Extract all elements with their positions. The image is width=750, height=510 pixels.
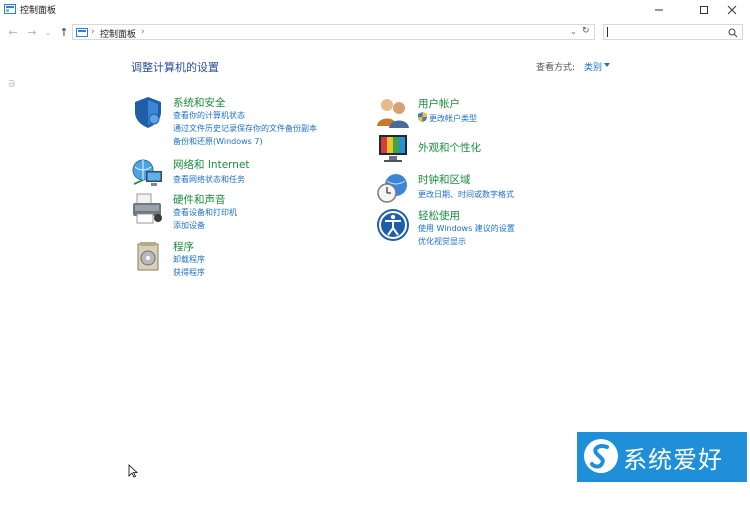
view-by-label: 查看方式: — [536, 63, 576, 73]
category-link[interactable]: 更改日期、时间或数字格式 — [418, 189, 514, 200]
address-dropdown-icon[interactable]: ⌄ — [570, 27, 577, 36]
uac-shield-icon — [418, 112, 427, 122]
shield-icon[interactable] — [131, 95, 165, 129]
breadcrumb-separator-icon: › — [141, 27, 145, 37]
users-icon[interactable] — [376, 96, 410, 130]
category-link[interactable]: 添加设备 — [173, 220, 205, 231]
search-icon — [728, 28, 738, 38]
arrow-right-icon: → — [27, 25, 37, 39]
category-hardware-sound: 硬件和声音 查看设备和打印机 添加设备 — [131, 192, 371, 232]
printer-icon[interactable] — [131, 192, 165, 226]
control-panel-icon — [4, 4, 16, 14]
back-button[interactable]: ← — [5, 24, 21, 40]
breadcrumb-item[interactable]: 控制面板 — [100, 27, 136, 40]
category-link[interactable]: 使用 Windows 建议的设置 — [418, 223, 515, 234]
category-title[interactable]: 外观和个性化 — [418, 140, 481, 155]
control-panel-icon — [76, 28, 88, 37]
category-link[interactable]: 备份和还原(Windows 7) — [173, 136, 263, 147]
breadcrumb-separator-icon: › — [91, 27, 95, 37]
category-link[interactable]: 查看你的计算机状态 — [173, 110, 245, 121]
category-link[interactable]: 通过文件历史记录保存你的文件备份副本 — [173, 123, 317, 134]
category-title[interactable]: 硬件和声音 — [173, 192, 226, 207]
watermark-logo-icon — [584, 439, 618, 473]
search-input[interactable] — [603, 24, 743, 40]
address-bar[interactable]: › 控制面板 › ⌄ ↻ — [72, 24, 595, 40]
category-title[interactable]: 网络和 Internet — [173, 157, 250, 172]
category-link[interactable]: 查看设备和打印机 — [173, 207, 237, 218]
arrow-up-icon: ↑ — [59, 25, 69, 39]
refresh-icon[interactable]: ↻ — [582, 26, 590, 36]
title-bar: 控制面板 — [0, 0, 750, 20]
dropdown-arrow-icon[interactable] — [604, 63, 610, 67]
category-link[interactable]: 卸载程序 — [173, 254, 205, 265]
text-cursor — [607, 27, 608, 37]
mouse-cursor-icon — [128, 464, 138, 478]
category-title[interactable]: 系统和安全 — [173, 95, 226, 110]
category-title[interactable]: 用户帐户 — [418, 96, 460, 111]
forward-button[interactable]: → — [24, 24, 40, 40]
clock-globe-icon[interactable] — [376, 171, 410, 205]
category-link[interactable]: 获得程序 — [173, 267, 205, 278]
programs-box-icon[interactable] — [131, 239, 165, 273]
up-button[interactable]: ↑ — [56, 24, 72, 40]
category-clock-region: 时钟和区域 更改日期、时间或数字格式 — [376, 171, 616, 203]
ease-of-access-icon[interactable] — [376, 208, 410, 242]
network-globe-icon[interactable] — [131, 157, 165, 191]
category-link[interactable]: 优化视觉显示 — [418, 236, 466, 247]
category-title[interactable]: 时钟和区域 — [418, 172, 471, 187]
monitor-icon[interactable] — [376, 132, 410, 166]
page-title: 调整计算机的设置 — [131, 61, 219, 74]
view-by-dropdown[interactable]: 类别 — [584, 60, 602, 73]
category-title[interactable]: 程序 — [173, 239, 194, 254]
close-button[interactable] — [714, 0, 750, 20]
category-programs: 程序 卸载程序 获得程序 — [131, 239, 371, 279]
category-title[interactable]: 轻松使用 — [418, 208, 460, 223]
sidebar-hint-icon: ə — [8, 76, 16, 90]
watermark-banner: 系统爱好者 — [577, 432, 747, 509]
category-user-accounts: 用户帐户 更改帐户类型 — [376, 96, 616, 128]
close-icon — [727, 5, 737, 15]
watermark-text: 系统爱好者 — [623, 446, 723, 509]
category-ease-of-access: 轻松使用 使用 Windows 建议的设置 优化视觉显示 — [376, 208, 616, 250]
category-appearance: 外观和个性化 — [376, 132, 616, 166]
arrow-left-icon: ← — [8, 25, 18, 39]
minimize-button[interactable] — [641, 0, 677, 20]
category-link[interactable]: 更改帐户类型 — [429, 113, 477, 124]
recent-locations-button[interactable]: ⌄ — [40, 24, 56, 40]
category-link[interactable]: 查看网络状态和任务 — [173, 174, 245, 185]
window-title: 控制面板 — [20, 6, 57, 16]
category-system-security: 系统和安全 查看你的计算机状态 通过文件历史记录保存你的文件备份副本 备份和还原… — [131, 95, 371, 150]
chevron-down-icon: ⌄ — [44, 27, 52, 37]
minimize-icon — [655, 9, 663, 11]
maximize-icon — [700, 6, 708, 14]
navigation-bar: ← → ⌄ ↑ › 控制面板 › ⌄ ↻ — [0, 22, 750, 42]
category-network-internet: 网络和 Internet 查看网络状态和任务 — [131, 157, 371, 189]
